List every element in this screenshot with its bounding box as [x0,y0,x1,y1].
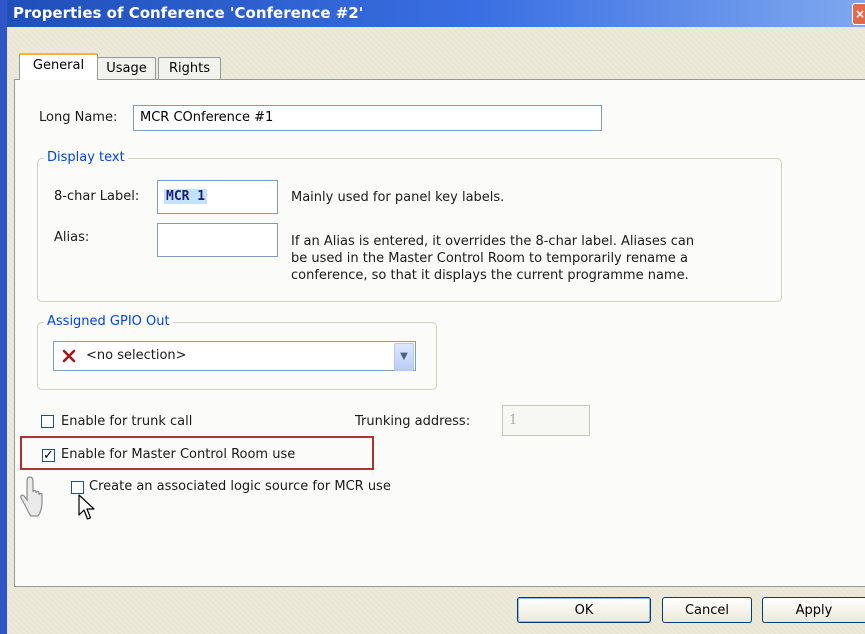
eight-char-label-value: MCR 1 [164,189,208,204]
long-name-label: Long Name: [39,110,118,125]
properties-dialog: Properties of Conference 'Conference #2'… [0,0,865,634]
apply-button[interactable]: Apply [762,597,865,623]
alias-input[interactable] [157,223,278,257]
red-x-icon [62,349,76,363]
alias-label: Alias: [54,230,90,245]
tab-general[interactable]: General [19,53,98,80]
chevron-down-icon[interactable]: ▼ [394,343,414,371]
alias-help-text: If an Alias is entered, it overrides the… [291,233,771,284]
window-left-border [0,0,7,634]
eight-char-label-label: 8-char Label: [54,189,140,204]
alias-help-line: be used in the Master Control Room to te… [291,251,688,266]
trunking-address-label: Trunking address: [355,414,471,429]
logic-source-checkbox[interactable] [71,481,84,494]
trunking-address-input[interactable]: 1 [502,405,590,436]
title-bar[interactable]: Properties of Conference 'Conference #2'… [7,0,865,27]
gpio-select[interactable]: <no selection> ▼ [53,341,416,371]
tab-usage[interactable]: Usage [97,57,156,80]
alias-help-line: conference, so that it displays the curr… [291,268,689,283]
close-icon[interactable]: × [852,3,865,25]
ok-button[interactable]: OK [517,597,651,623]
gpio-selected-value: <no selection> [86,348,187,363]
tab-rights[interactable]: Rights [158,57,221,80]
eight-char-label-input[interactable]: MCR 1 [157,180,278,214]
long-name-input[interactable]: MCR COnference #1 [133,105,602,131]
gpio-legend: Assigned GPIO Out [44,314,173,329]
hand-pointer-icon [20,476,43,517]
logic-source-label: Create an associated logic source for MC… [89,479,391,494]
trunk-call-checkbox[interactable] [41,415,54,428]
window-title: Properties of Conference 'Conference #2' [13,4,364,22]
trunk-call-label: Enable for trunk call [61,414,193,429]
arrow-cursor-icon [78,494,95,520]
mcr-label: Enable for Master Control Room use [61,447,296,462]
mcr-checkbox[interactable]: ✓ [42,449,55,462]
cancel-button[interactable]: Cancel [662,597,752,623]
label-help-text: Mainly used for panel key labels. [291,190,505,205]
display-text-legend: Display text [44,150,128,165]
alias-help-line: If an Alias is entered, it overrides the… [291,234,695,249]
